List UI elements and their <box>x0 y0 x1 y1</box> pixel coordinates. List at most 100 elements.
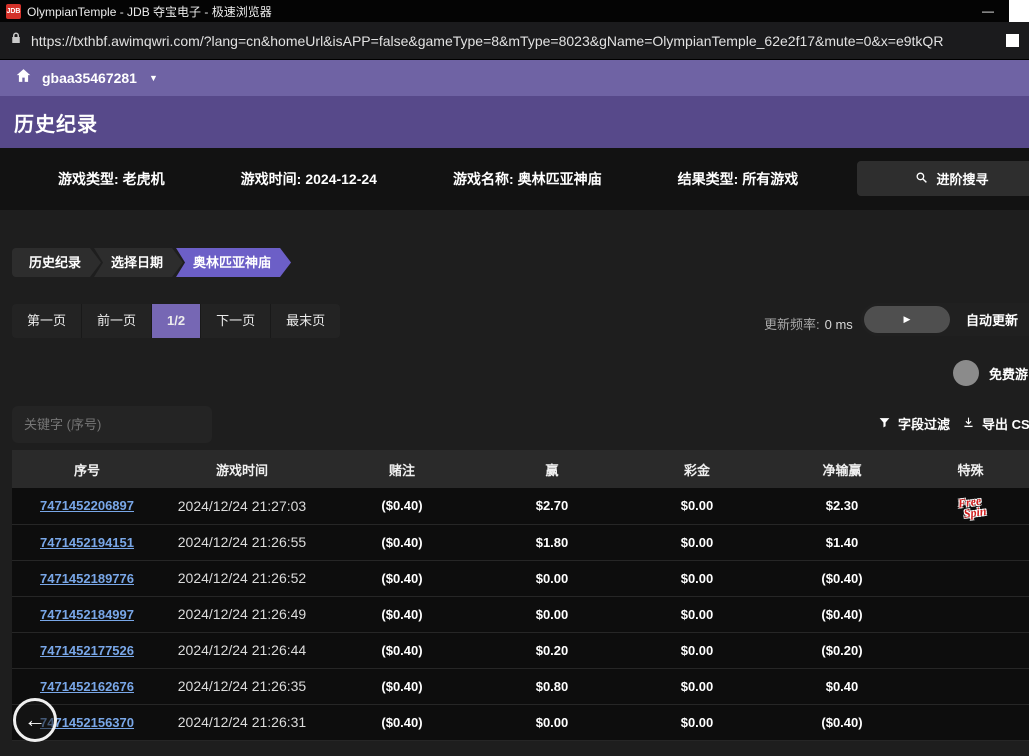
advanced-search-label: 进阶搜寻 <box>936 169 988 188</box>
free-game-label: 免费游 <box>989 364 1028 383</box>
free-spin-logo: FreeSpin <box>954 495 987 520</box>
bet-cell: ($0.40) <box>322 524 482 560</box>
game-time-cell: 2024/12/24 21:26:35 <box>162 668 322 704</box>
table-row: 7471452162676 2024/12/24 21:26:35 ($0.40… <box>12 668 1029 704</box>
table-body: 7471452206897 2024/12/24 21:27:03 ($0.40… <box>12 488 1029 740</box>
bet-cell: ($0.40) <box>322 704 482 740</box>
game-time-cell: 2024/12/24 21:26:49 <box>162 596 322 632</box>
jackpot-cell: $0.00 <box>622 596 772 632</box>
bet-cell: ($0.40) <box>322 596 482 632</box>
filter-item: 游戏名称:奥林匹亚神庙 <box>453 169 602 189</box>
advanced-search-button[interactable]: 进阶搜寻 <box>857 161 1029 196</box>
refresh-rate: 更新频率: 0 ms <box>764 314 853 333</box>
jackpot-cell: $0.00 <box>622 560 772 596</box>
filter-value: 老虎机 <box>123 171 165 187</box>
filter-value: 奥林匹亚神庙 <box>518 171 602 187</box>
breadcrumb-item[interactable]: 奥林匹亚神庙 <box>176 248 291 277</box>
bet-cell: ($0.40) <box>322 488 482 524</box>
filter-items: 游戏类型:老虎机 游戏时间:2024-12-24 游戏名称:奥林匹亚神庙 结果类… <box>58 169 798 189</box>
round-id-link[interactable]: 7471452162676 <box>40 679 134 694</box>
filter-value: 所有游戏 <box>742 171 798 187</box>
round-id-link[interactable]: 7471452206897 <box>40 498 134 513</box>
jackpot-cell: $0.00 <box>622 668 772 704</box>
free-game-knob[interactable] <box>953 360 979 386</box>
home-icon[interactable] <box>15 67 32 89</box>
round-id-link[interactable]: 7471452177526 <box>40 643 134 658</box>
filter-bar: 游戏类型:老虎机 游戏时间:2024-12-24 游戏名称:奥林匹亚神庙 结果类… <box>0 148 1029 210</box>
round-id-link[interactable]: 7471452189776 <box>40 571 134 586</box>
jackpot-cell: $0.00 <box>622 524 772 560</box>
win-cell: $1.80 <box>482 524 622 560</box>
filter-label: 游戏时间: <box>241 171 302 187</box>
breadcrumb-item[interactable]: 选择日期 <box>94 248 183 277</box>
column-header: 彩金 <box>622 450 772 488</box>
bet-cell: ($0.40) <box>322 668 482 704</box>
refresh-rate-label: 更新频率: <box>764 317 820 332</box>
table-row: 7471452177526 2024/12/24 21:26:44 ($0.40… <box>12 632 1029 668</box>
net-cell: ($0.40) <box>772 704 912 740</box>
lock-icon[interactable] <box>10 31 22 50</box>
main-content: 历史纪录 选择日期 奥林匹亚神庙 第一页 前一页 1/2 下一页 最末页 更新频… <box>0 210 1029 756</box>
filter-item: 游戏类型:老虎机 <box>58 169 165 189</box>
game-time-cell: 2024/12/24 21:26:52 <box>162 560 322 596</box>
win-cell: $0.80 <box>482 668 622 704</box>
column-header: 序号 <box>12 450 162 488</box>
page-header: 历史纪录 <box>0 96 1029 148</box>
win-cell: $0.00 <box>482 704 622 740</box>
pagination-button[interactable]: 下一页 <box>201 304 271 338</box>
auto-update-play-button[interactable]: ▶ <box>864 306 950 333</box>
table-header-row: 序号游戏时间赌注赢彩金净输赢特殊 <box>12 450 1029 488</box>
column-header: 净输赢 <box>772 450 912 488</box>
column-header: 赌注 <box>322 450 482 488</box>
table-row: 7471452184997 2024/12/24 21:26:49 ($0.40… <box>12 596 1029 632</box>
download-icon <box>962 416 975 432</box>
pagination-button[interactable]: 前一页 <box>82 304 152 338</box>
export-csv-button[interactable]: 导出 CS <box>962 414 1029 433</box>
field-filter-button[interactable]: 字段过滤 <box>878 414 950 433</box>
round-id-link[interactable]: 7471452194151 <box>40 535 134 550</box>
username-dropdown[interactable]: gbaa35467281 <box>42 70 137 86</box>
window-controls: — <box>967 0 1029 22</box>
net-cell: ($0.40) <box>772 560 912 596</box>
url-input[interactable]: https://txthbf.awimqwri.com/?lang=cn&hom… <box>31 33 997 49</box>
pagination-button[interactable]: 第一页 <box>12 304 82 338</box>
address-bar: https://txthbf.awimqwri.com/?lang=cn&hom… <box>0 22 1029 60</box>
table-row: 7471452189776 2024/12/24 21:26:52 ($0.40… <box>12 560 1029 596</box>
back-arrow-icon: ← <box>24 707 46 733</box>
page-title: 历史纪录 <box>14 108 98 137</box>
history-table: 序号游戏时间赌注赢彩金净输赢特殊 7471452206897 2024/12/2… <box>12 450 1029 741</box>
window-titlebar: JDB OlympianTemple - JDB 夺宝电子 - 极速浏览器 — <box>0 0 1029 22</box>
filter-label: 游戏名称: <box>453 171 514 187</box>
jdb-logo-icon: JDB <box>6 4 21 19</box>
keyword-search-input[interactable] <box>12 406 212 443</box>
funnel-icon <box>878 416 891 432</box>
bet-cell: ($0.40) <box>322 632 482 668</box>
breadcrumb: 历史纪录 选择日期 奥林匹亚神庙 <box>12 248 291 277</box>
refresh-rate-value: 0 ms <box>825 317 853 332</box>
filter-item: 游戏时间:2024-12-24 <box>241 169 377 189</box>
game-time-cell: 2024/12/24 21:27:03 <box>162 488 322 524</box>
game-time-cell: 2024/12/24 21:26:55 <box>162 524 322 560</box>
column-header: 赢 <box>482 450 622 488</box>
win-cell: $0.00 <box>482 596 622 632</box>
win-cell: $0.20 <box>482 632 622 668</box>
net-cell: ($0.40) <box>772 596 912 632</box>
back-button[interactable]: ← <box>13 698 57 742</box>
minimize-button[interactable]: — <box>967 1 1009 21</box>
round-id-link[interactable]: 7471452184997 <box>40 607 134 622</box>
window-title: OlympianTemple - JDB 夺宝电子 - 极速浏览器 <box>27 3 272 20</box>
field-filter-label: 字段过滤 <box>898 414 950 433</box>
chevron-down-icon[interactable]: ▼ <box>149 73 158 83</box>
breadcrumb-item[interactable]: 历史纪录 <box>12 248 101 277</box>
browser-extension-icon[interactable] <box>1006 34 1019 47</box>
net-cell: ($0.20) <box>772 632 912 668</box>
search-icon <box>915 171 928 187</box>
jackpot-cell: $0.00 <box>622 632 772 668</box>
pagination-button[interactable]: 1/2 <box>152 304 201 338</box>
filter-label: 结果类型: <box>678 171 739 187</box>
pagination-button[interactable]: 最末页 <box>271 304 340 338</box>
table-row: 7471452206897 2024/12/24 21:27:03 ($0.40… <box>12 488 1029 524</box>
free-game-toggle[interactable]: 免费游 <box>953 360 1028 386</box>
maximize-button[interactable] <box>1009 0 1029 22</box>
win-cell: $2.70 <box>482 488 622 524</box>
